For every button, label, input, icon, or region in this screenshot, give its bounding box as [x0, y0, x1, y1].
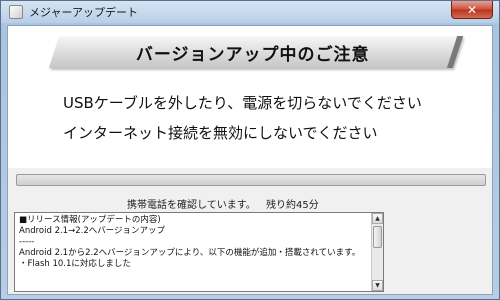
client-area: バージョンアップ中のご注意 USBケーブルを外したり、電源を切らないでください …: [7, 25, 493, 295]
warning-usb: USBケーブルを外したり、電源を切らないでください: [63, 94, 422, 112]
update-window: メジャーアップデート ✕ バージョンアップ中のご注意 USBケーブルを外したり、…: [0, 0, 500, 300]
release-info-line: Android 2.1→2.2へバージョンアップ: [19, 226, 166, 236]
window-title: メジャーアップデート: [29, 6, 139, 19]
progress-bar: [16, 174, 486, 186]
release-info-content: ■リリース情報(アップデートの内容) Android 2.1→2.2へバージョン…: [15, 213, 383, 272]
release-info-line: -----: [19, 237, 35, 247]
warning-panel: バージョンアップ中のご注意 USBケーブルを外したり、電源を切らないでください …: [8, 26, 492, 168]
caution-banner: バージョンアップ中のご注意: [48, 36, 464, 68]
remaining-time: 残り約45分: [266, 200, 319, 211]
close-button[interactable]: ✕: [451, 1, 493, 19]
release-info-line: ■リリース情報(アップデートの内容): [19, 215, 161, 225]
release-info-line: ・Flash 10.1に対応しました: [19, 259, 131, 269]
status-message: 携帯電話を確認しています。: [127, 200, 256, 211]
banner-title: バージョンアップ中のご注意: [136, 44, 370, 65]
vertical-scrollbar[interactable]: ▲ ▼: [371, 213, 383, 291]
release-info-line: Android 2.1から2.2へバージョンアップにより、以下の機能が追加・搭載…: [19, 248, 361, 258]
warning-internet: インターネット接続を無効にしないでください: [63, 124, 378, 142]
scroll-up-arrow-icon[interactable]: ▲: [372, 213, 383, 224]
release-info-textbox[interactable]: ■リリース情報(アップデートの内容) Android 2.1→2.2へバージョン…: [14, 212, 384, 292]
scroll-thumb[interactable]: [373, 226, 382, 248]
scroll-down-arrow-icon[interactable]: ▼: [372, 280, 383, 291]
app-icon: [9, 5, 23, 19]
title-bar[interactable]: メジャーアップデート ✕: [1, 1, 499, 23]
